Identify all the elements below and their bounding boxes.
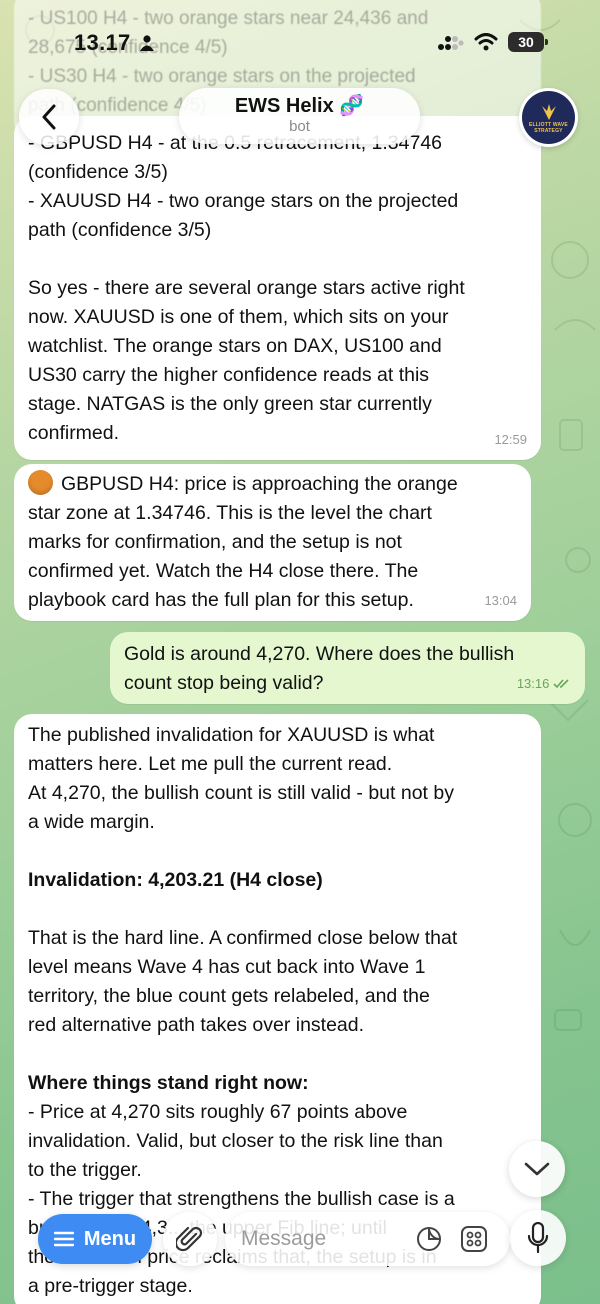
- battery-indicator: 30: [508, 32, 548, 52]
- status-time: 13.17: [74, 30, 131, 55]
- message-bubble-incoming: GBPUSD H4: price is approaching the oran…: [14, 464, 531, 621]
- menu-lines-icon: [53, 1231, 74, 1247]
- message-input-container[interactable]: [225, 1212, 510, 1266]
- chevron-left-icon: [42, 104, 56, 130]
- chat-subtitle: bot: [289, 118, 310, 135]
- paperclip-icon: [176, 1226, 203, 1252]
- voice-message-button[interactable]: [510, 1210, 566, 1266]
- message-bubble-incoming: - GBPUSD H4 - at the 0.5 retracement, 1.…: [14, 116, 541, 460]
- wifi-icon: [474, 33, 498, 51]
- sticker-icon[interactable]: [415, 1225, 443, 1253]
- message-bubble-outgoing: Gold is around 4,270. Where does the bul…: [110, 632, 585, 704]
- message-paragraph: The published invalidation for XAUUSD is…: [28, 724, 454, 833]
- message-paragraph: - Price at 4,270 sits roughly 67 points …: [28, 1101, 455, 1297]
- avatar-logo: ELLIOTT WAVE STRATEGY: [522, 91, 575, 144]
- scroll-to-bottom-button[interactable]: [509, 1141, 565, 1197]
- orange-circle-emoji: [28, 470, 53, 495]
- message-input[interactable]: [241, 1227, 411, 1251]
- chevron-down-icon: [524, 1162, 550, 1176]
- phoenix-logo-icon: [541, 103, 556, 120]
- back-button[interactable]: [19, 89, 79, 145]
- bot-menu-button[interactable]: Menu: [38, 1214, 152, 1264]
- bot-commands-icon[interactable]: [460, 1225, 488, 1253]
- bot-avatar[interactable]: ELLIOTT WAVE STRATEGY: [519, 88, 578, 147]
- chat-name: EWS Helix 🧬: [234, 95, 365, 117]
- status-bar: 13.17 30: [0, 0, 600, 88]
- person-icon: [140, 35, 154, 51]
- message-paragraph: That is the hard line. A confirmed close…: [28, 927, 458, 1036]
- cellular-signal-icon: [438, 36, 464, 50]
- message-time: 13:16: [517, 669, 571, 698]
- message-heading: Invalidation: 4,203.21 (H4 close): [28, 869, 323, 891]
- message-heading: Where things stand right now:: [28, 1072, 309, 1094]
- message-time: 13:04: [484, 593, 517, 608]
- message-time: 12:59: [494, 432, 527, 447]
- message-text: - GBPUSD H4 - at the 0.5 retracement, 1.…: [28, 132, 465, 444]
- read-checkmarks-icon: [553, 679, 569, 689]
- menu-label: Menu: [83, 1227, 137, 1250]
- attach-button[interactable]: [163, 1212, 217, 1266]
- message-text: Gold is around 4,270. Where does the bul…: [124, 643, 515, 694]
- microphone-icon: [527, 1222, 549, 1254]
- status-icons: 30: [438, 32, 548, 52]
- chat-title[interactable]: EWS Helix 🧬 bot: [179, 88, 420, 144]
- message-text: GBPUSD H4: price is approaching the oran…: [28, 470, 517, 615]
